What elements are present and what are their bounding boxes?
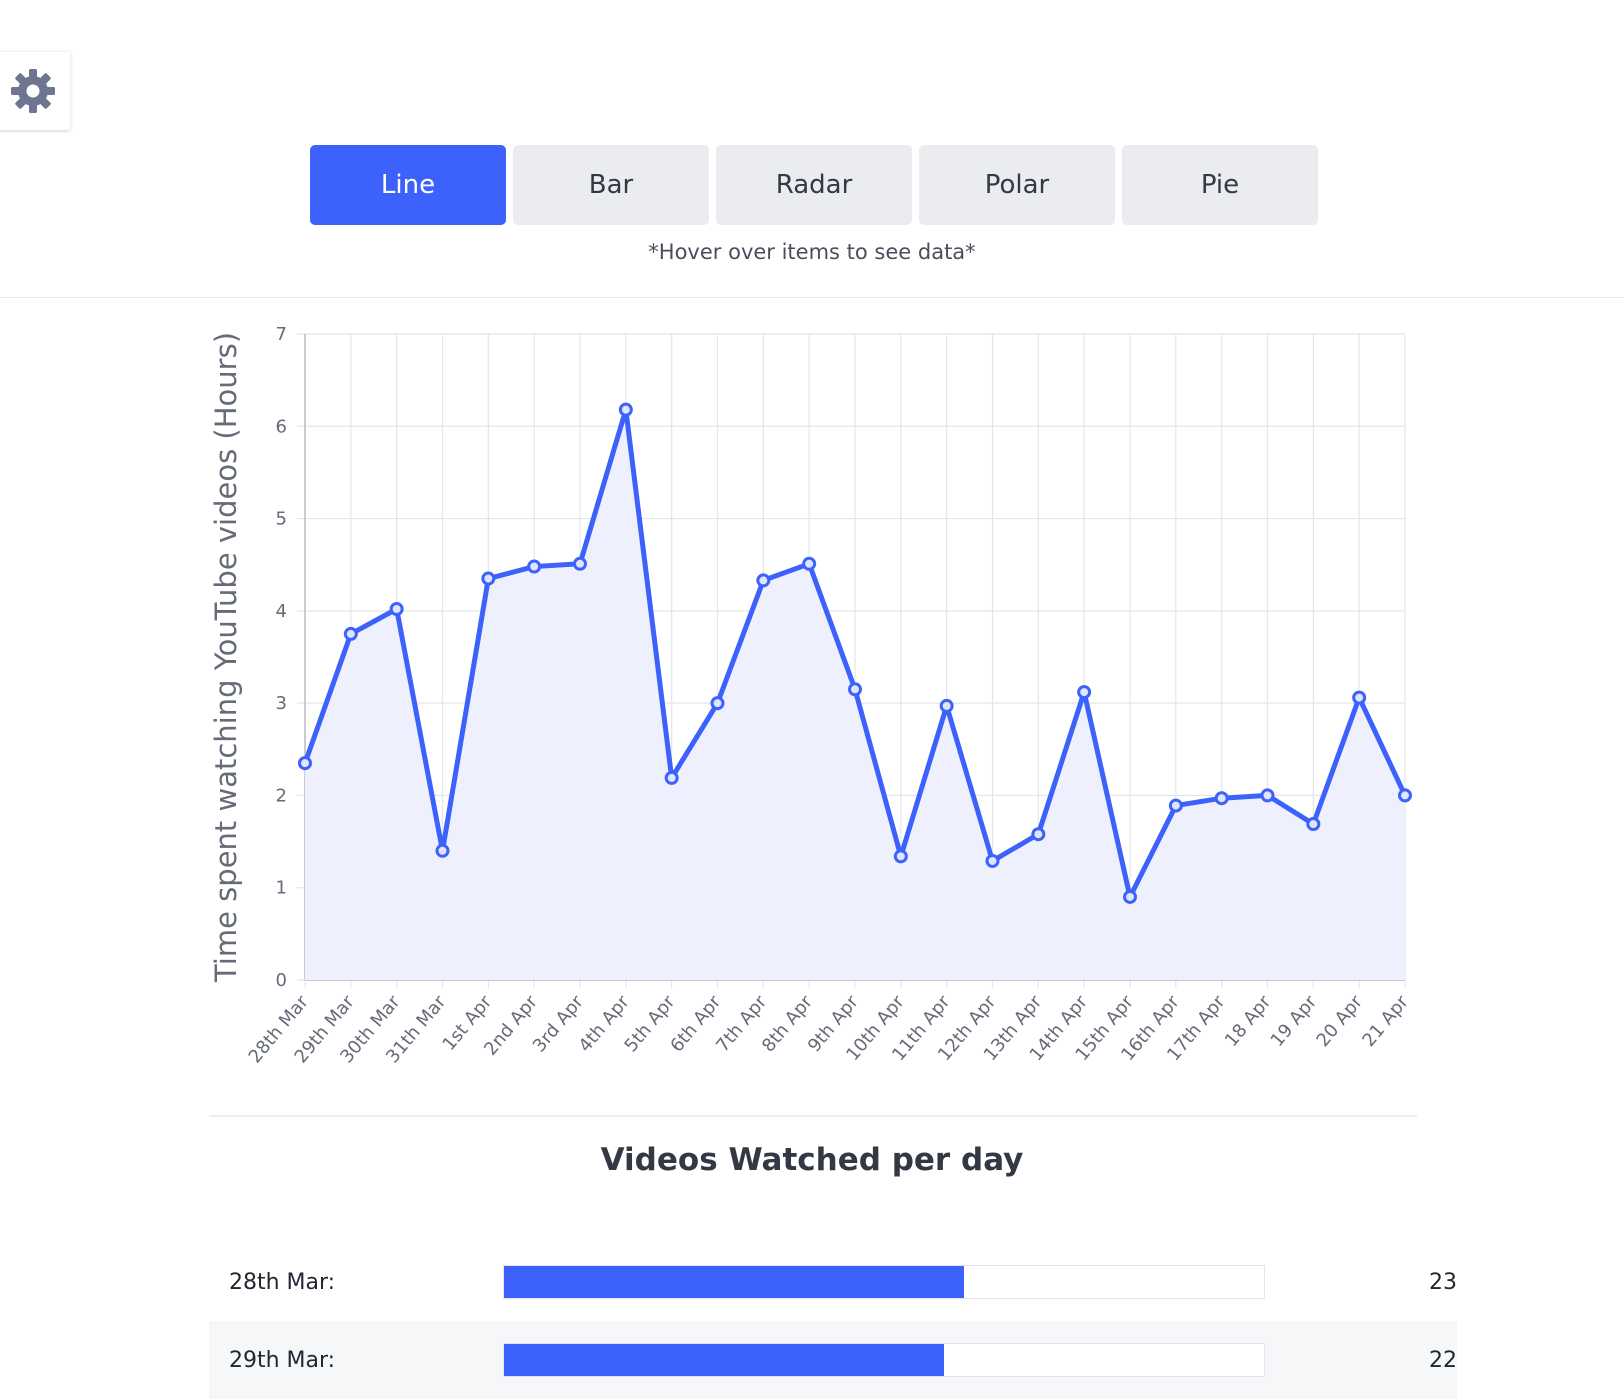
data-point [848,682,862,697]
progress-track [503,1265,1265,1299]
divider [209,1115,1417,1117]
data-point [893,849,908,864]
videos-section-title: Videos Watched per day [600,1142,1024,1178]
tab-line[interactable]: Line [310,145,506,225]
list-item: 28th Mar: 23 [209,1243,1457,1321]
data-point [802,556,817,571]
tab-pie[interactable]: Pie [1122,145,1318,225]
line-chart: 0123456728th Mar29th Mar30th Mar31th Mar… [209,324,1413,1067]
x-tick-label: 18 Apr [1221,991,1276,1051]
list-item: 29th Mar: 22 [209,1321,1457,1399]
y-tick-label: 5 [276,509,287,530]
tab-polar[interactable]: Polar [919,145,1115,225]
y-tick-label: 2 [276,785,287,806]
divider [0,297,1624,298]
x-tick-label: 20 Apr [1312,991,1367,1051]
y-tick-label: 0 [276,970,287,991]
data-point [435,843,450,858]
data-point [1123,889,1137,904]
progress-fill [504,1266,964,1298]
data-point [573,556,587,571]
y-tick-label: 1 [276,878,287,899]
y-tick-label: 6 [276,416,287,437]
hover-hint: *Hover over items to see data* [648,240,976,264]
y-tick-label: 3 [276,693,287,714]
progress-fill [504,1344,944,1376]
data-point [389,602,404,617]
day-label: 28th Mar: [229,1269,336,1295]
x-tick-label: 19 Apr [1267,991,1322,1051]
tab-bar[interactable]: Bar [513,145,709,225]
data-point [1352,690,1367,705]
progress-track [503,1343,1265,1377]
tab-radar[interactable]: Radar [716,145,912,225]
data-point [1398,788,1412,803]
data-point [756,573,771,588]
data-point [1031,827,1046,842]
data-point [710,696,725,711]
y-tick-label: 7 [276,324,287,345]
data-point [1168,798,1183,813]
data-point [481,571,496,586]
chart-type-tabs: Line Bar Radar Polar Pie [310,145,1318,225]
video-count: 22 [1429,1347,1457,1373]
data-point [1077,685,1092,700]
settings-button[interactable] [0,52,70,130]
data-point [939,698,954,713]
data-point [664,770,679,785]
data-point [1260,788,1275,803]
data-point [343,626,358,641]
x-tick-label: 21 Apr [1358,991,1413,1051]
data-point [618,402,633,417]
data-point [985,853,1000,868]
y-axis-label: Time spent watching YouTube videos (Hour… [209,332,243,983]
video-count: 23 [1429,1269,1457,1295]
data-point [527,559,542,574]
y-tick-label: 4 [276,601,287,622]
videos-bar-list: 28th Mar: 23 29th Mar: 22 [209,1243,1457,1399]
day-label: 29th Mar: [229,1347,336,1373]
gear-icon [11,69,55,113]
data-point [1306,817,1321,832]
data-point [1214,791,1229,806]
data-point [298,756,312,771]
